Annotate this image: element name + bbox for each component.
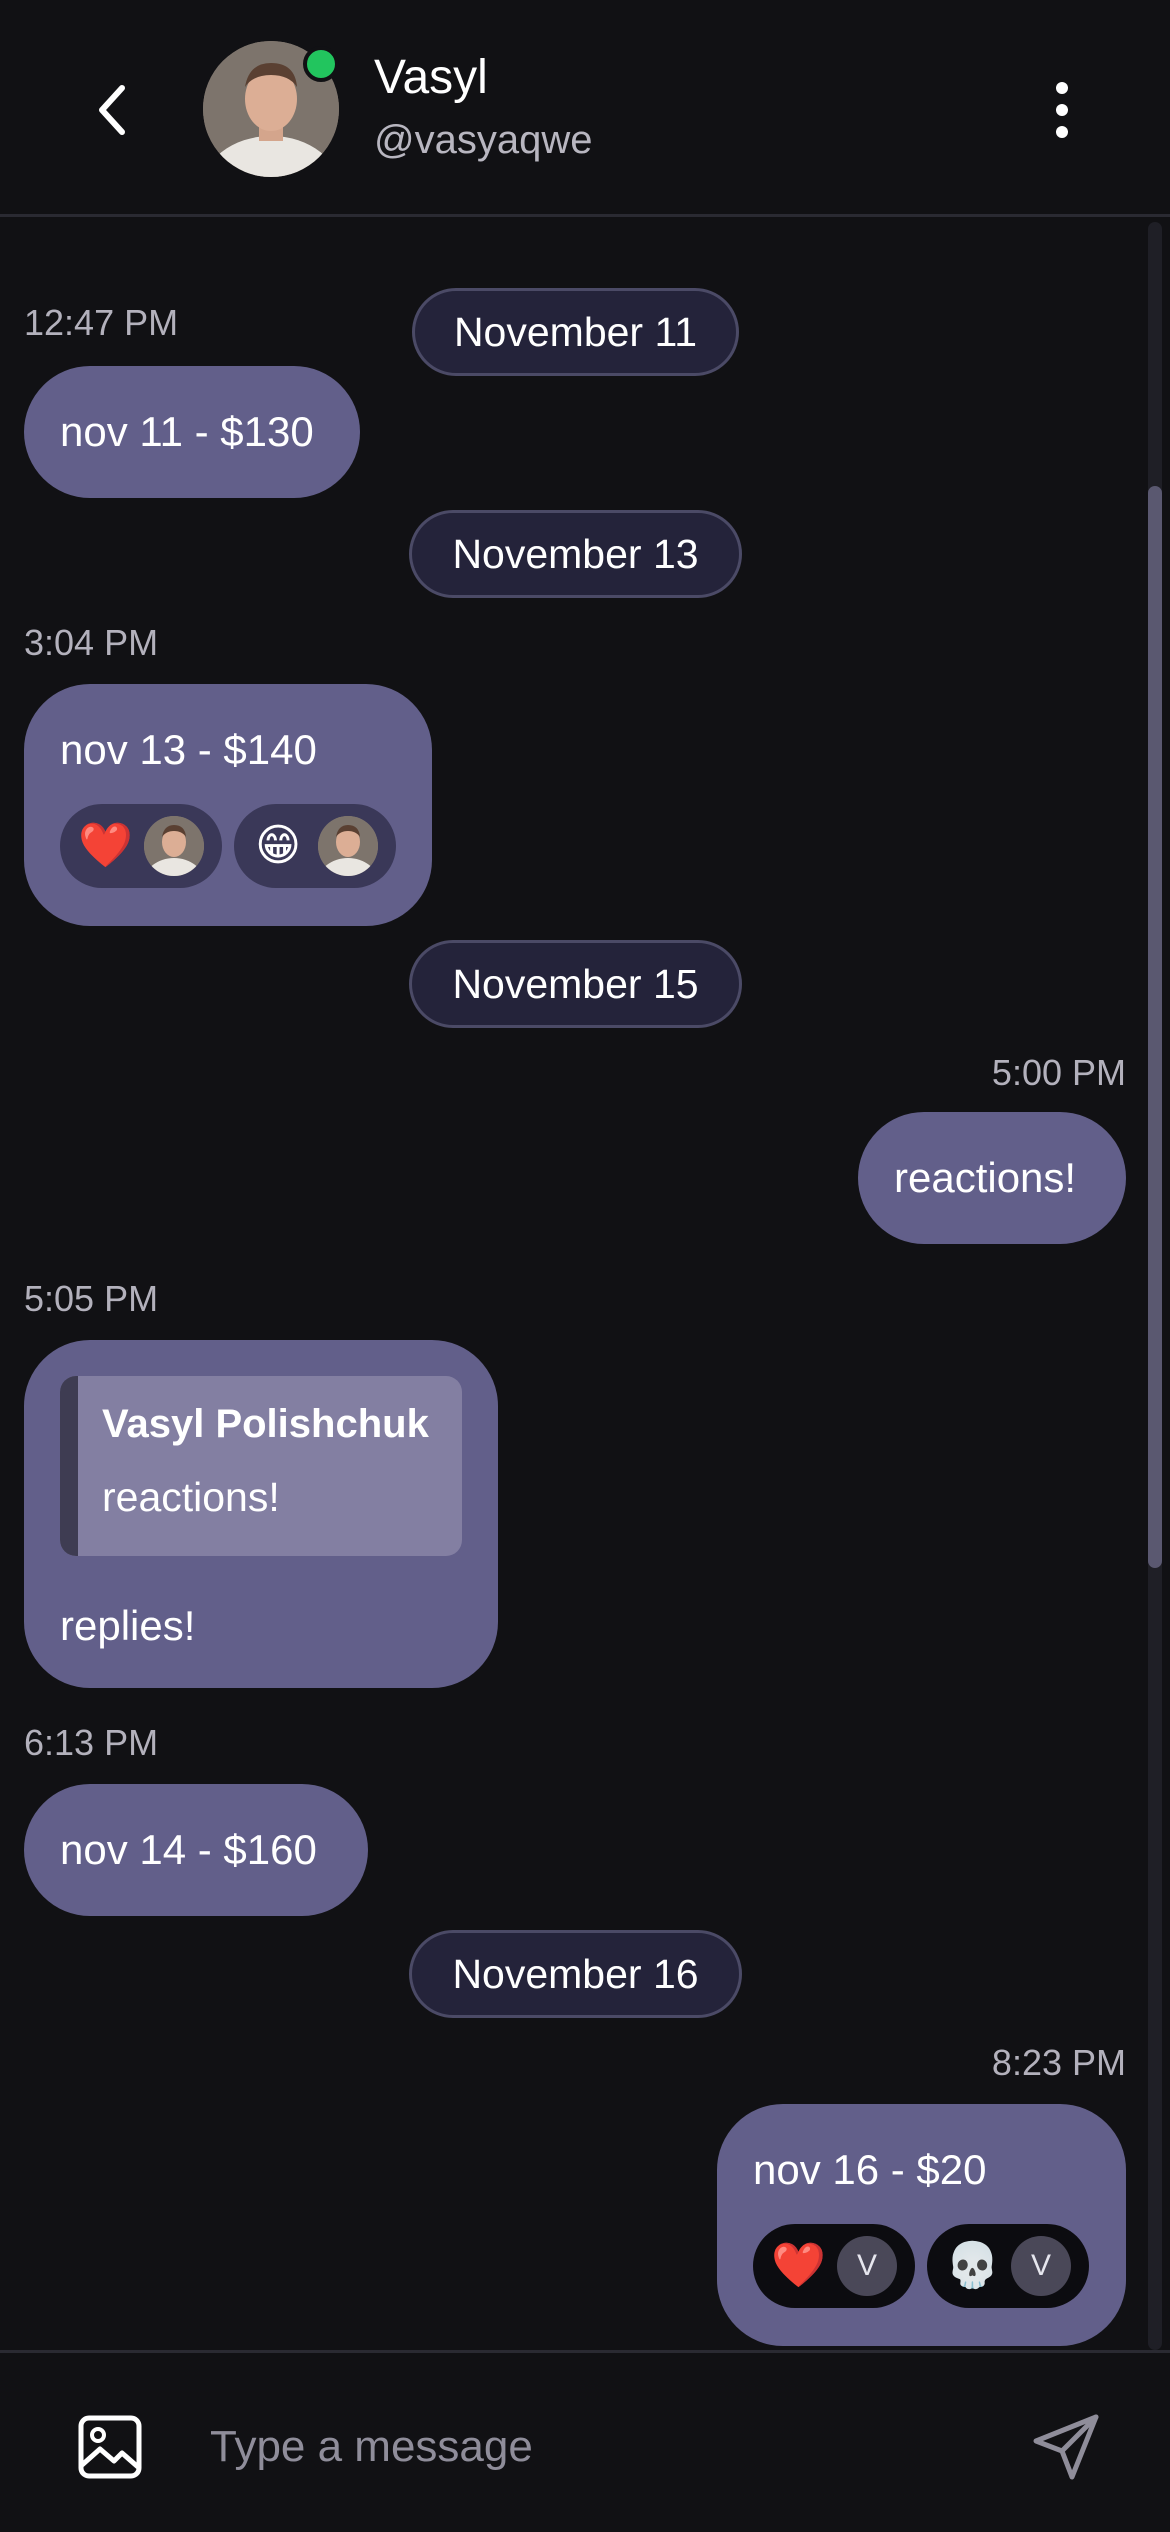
reaction-chip[interactable]: ❤️ V [753, 2224, 915, 2308]
contact-name: Vasyl [374, 51, 488, 104]
quoted-text: reactions! [102, 1474, 280, 1520]
grin-emoji: 😁 [255, 821, 301, 870]
dot-icon [1056, 82, 1068, 94]
message-bubble[interactable]: nov 16 - $20 ❤️ V 💀 V [717, 2104, 1126, 2346]
back-button[interactable] [82, 72, 142, 148]
message-text: nov 13 - $140 [60, 726, 317, 773]
date-separator: November 16 [409, 1930, 742, 2018]
chevron-left-icon [99, 85, 125, 135]
avatar: V [1011, 2236, 1071, 2296]
attach-image-button[interactable] [76, 2413, 144, 2481]
date-separator: November 15 [409, 940, 742, 1028]
scrollbar-thumb[interactable] [1148, 486, 1162, 1568]
avatar [144, 816, 204, 876]
avatar: V [837, 2236, 897, 2296]
message-bubble[interactable]: nov 13 - $140 ❤️ 😁 [24, 684, 432, 926]
image-icon [78, 2415, 142, 2479]
skull-emoji: 💀 [945, 2241, 1000, 2290]
send-icon [1033, 2414, 1099, 2480]
reaction-chip[interactable]: ❤️ [60, 804, 222, 888]
reaction-chip[interactable]: 😁 [234, 804, 396, 888]
heart-emoji: ❤️ [771, 2241, 826, 2290]
message-text: replies! [60, 1602, 196, 1649]
date-separator: November 11 [412, 288, 739, 376]
date-separator: November 13 [409, 510, 742, 598]
message-text: nov 16 - $20 [753, 2146, 987, 2193]
online-status-indicator [303, 46, 339, 82]
message-input[interactable] [210, 2403, 990, 2491]
avatar [318, 816, 378, 876]
heart-emoji: ❤️ [78, 821, 133, 870]
message-text: nov 11 - $130 [60, 408, 314, 455]
reply-quote[interactable]: Vasyl Polishchuk reactions! [60, 1376, 462, 1556]
message-time: 3:04 PM [24, 622, 159, 663]
message-time: 8:23 PM [991, 2042, 1126, 2083]
message-time: 5:00 PM [991, 1052, 1126, 1093]
message-bubble[interactable]: Vasyl Polishchuk reactions! replies! [24, 1340, 498, 1688]
dot-icon [1056, 126, 1068, 138]
chat-header: Vasyl @vasyaqwe [0, 0, 1170, 217]
chat-screen: Vasyl @vasyaqwe 12:47 PM November 11 nov… [0, 0, 1170, 2532]
dot-icon [1056, 104, 1068, 116]
quote-bar [60, 1376, 78, 1556]
contact-avatar[interactable] [203, 41, 339, 177]
message-bubble[interactable]: nov 11 - $130 [24, 366, 360, 498]
message-text: reactions! [894, 1154, 1077, 1201]
contact-handle: @vasyaqwe [374, 118, 593, 162]
message-text: nov 14 - $160 [60, 1826, 317, 1873]
message-bubble[interactable]: nov 14 - $160 [24, 1784, 368, 1916]
message-time: 12:47 PM [24, 302, 179, 343]
send-button[interactable] [1026, 2407, 1106, 2487]
reaction-chip[interactable]: 💀 V [927, 2224, 1089, 2308]
quoted-author: Vasyl Polishchuk [102, 1402, 429, 1446]
message-time: 5:05 PM [24, 1278, 159, 1319]
message-time: 6:13 PM [24, 1722, 159, 1763]
message-bubble[interactable]: reactions! [858, 1112, 1126, 1244]
more-options-button[interactable] [1040, 78, 1084, 142]
scrollbar-track[interactable] [1148, 222, 1162, 2350]
message-composer [0, 2350, 1170, 2532]
